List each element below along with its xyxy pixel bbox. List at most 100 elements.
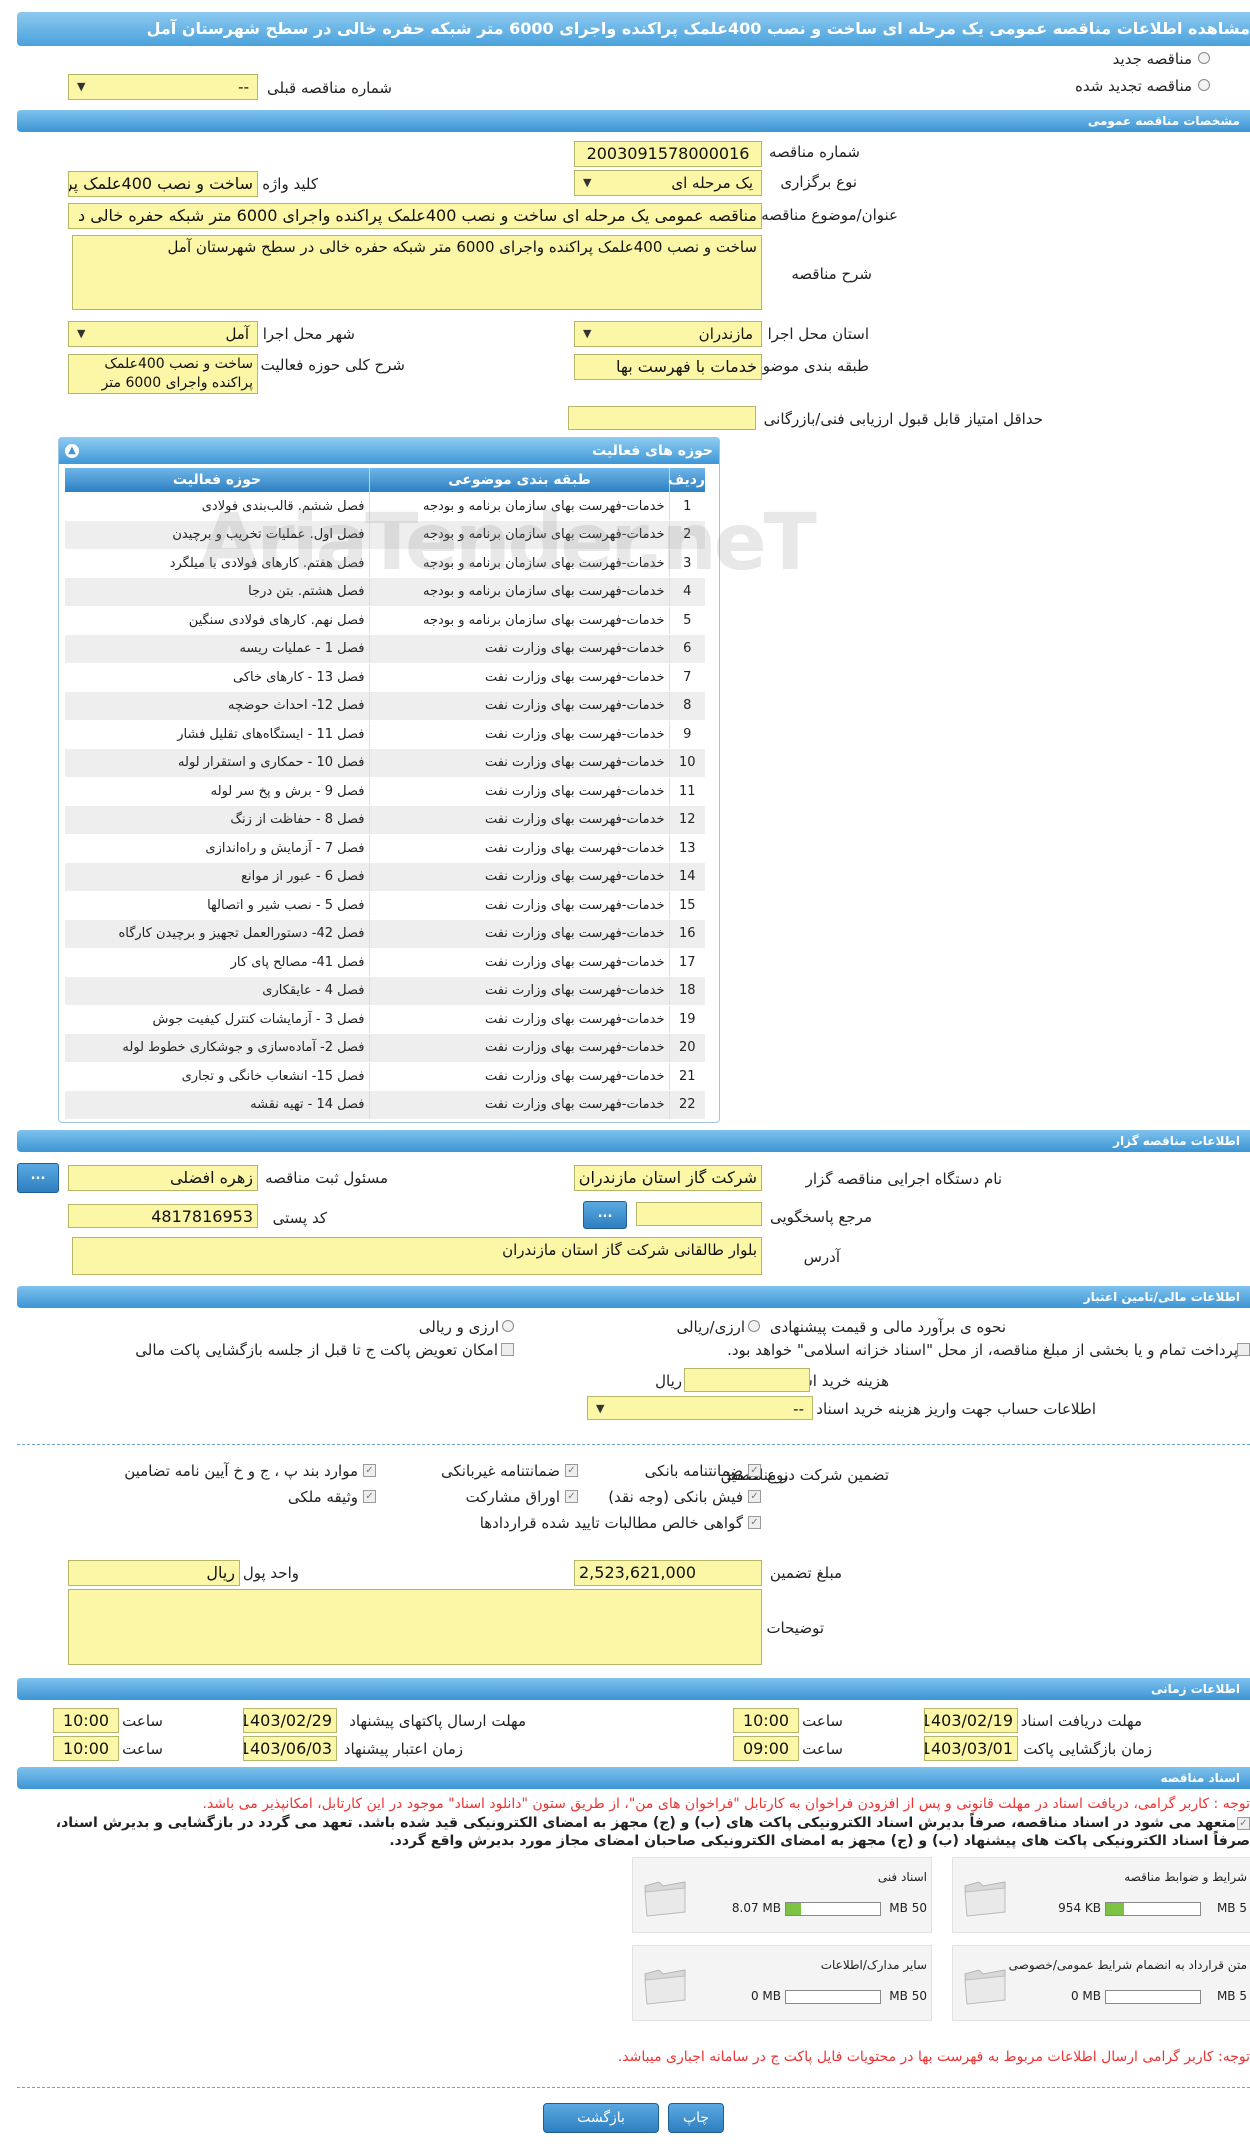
- org-label: نام دستگاه اجرایی مناقصه گزار: [805, 1170, 1002, 1188]
- row-category: خدمات-فهرست بهای وزارت نفت: [368, 663, 669, 692]
- g-nonbank-checkbox[interactable]: ✓: [565, 1464, 578, 1477]
- g-claims-label: گواهی خالص مطالبات تایید شده قراردادها: [479, 1514, 743, 1532]
- row-category: خدمات-فهرست بهای وزارت نفت: [368, 891, 669, 920]
- doc-file-card[interactable]: سایر مدارک/اطلاعات 50 MB 0 MB: [632, 1945, 932, 2021]
- row-category: خدمات-فهرست بهای وزارت نفت: [368, 634, 669, 664]
- row-category: خدمات-فهرست بهای وزارت نفت: [368, 976, 669, 1006]
- section-general: مشخصات مناقصه عمومی: [17, 110, 1250, 132]
- account-select[interactable]: -- ▼: [587, 1396, 813, 1420]
- row-number: 14: [668, 862, 705, 892]
- row-number: 19: [668, 1005, 705, 1034]
- activities-panel: حوزه های فعالیت ▲ ردیف طبقه بندی موضوعی …: [58, 437, 817, 1123]
- currency-label: واحد پول: [242, 1564, 299, 1582]
- row-number: 11: [668, 777, 705, 806]
- radio-foreign-rial-label: ارزی/ریالی: [676, 1318, 745, 1336]
- scope-label: شرح کلی حوزه فعالیت: [260, 356, 405, 374]
- row-number: 21: [668, 1062, 705, 1091]
- description-label: شرح مناقصه: [791, 265, 872, 283]
- treasury-checkbox[interactable]: [1237, 1343, 1250, 1356]
- city-select[interactable]: آمل ▼: [68, 321, 258, 347]
- row-activity: فصل 5 - نصب شیر و اتصالها: [65, 891, 369, 920]
- chevron-down-icon: ▼: [583, 176, 592, 189]
- row-category: خدمات-فهرست بهای وزارت نفت: [368, 777, 669, 806]
- row-category: خدمات-فهرست بهای وزارت نفت: [368, 748, 669, 778]
- row-activity: فصل 9 - برش و پخ سر لوله: [65, 777, 369, 806]
- row-activity: فصل 7 - آزمایش و راه‌اندازی: [65, 834, 369, 863]
- account-label: اطلاعات حساب جهت واریز هزینه خرید اسناد: [816, 1400, 1096, 1418]
- doc-file-card[interactable]: شرایط و ضوابط مناقصه 5 MB 954 KB: [952, 1857, 1250, 1933]
- divider: [17, 1444, 1250, 1445]
- amount-field: 2,523,621,000: [574, 1560, 762, 1586]
- folder-icon: [641, 1960, 689, 2008]
- print-button[interactable]: چاپ: [668, 2103, 724, 2133]
- row-category: خدمات-فهرست بهای وزارت نفت: [368, 1033, 669, 1063]
- subject-field: مناقصه عمومی یک مرحله ای ساخت و نصب 400ع…: [68, 203, 762, 229]
- radio-new-tender[interactable]: [1198, 52, 1210, 64]
- row-number: 16: [668, 919, 705, 949]
- folder-icon: [961, 1872, 1009, 1920]
- row-category: خدمات-فهرست بهای وزارت نفت: [368, 1005, 669, 1034]
- row-number: 10: [668, 748, 705, 778]
- row-activity: فصل نهم. کارهای فولادی سنگین: [65, 606, 369, 635]
- send-label: مهلت ارسال پاکتهای پیشنهاد: [349, 1712, 526, 1730]
- row-activity: فصل 10 - حمکاری و استقرار لوله: [65, 748, 369, 778]
- row-number: 20: [668, 1033, 705, 1063]
- g-claims-checkbox[interactable]: ✓: [748, 1516, 761, 1529]
- tender-number-field: 2003091578000016: [574, 141, 762, 167]
- commitment-checkbox[interactable]: ✓: [1237, 1817, 1250, 1830]
- radio-foreign-and-rial-label: ارزی و ریالی: [418, 1318, 499, 1336]
- doc-file-card[interactable]: اسناد فنی 50 MB 8.07 MB: [632, 1857, 932, 1933]
- collapse-icon[interactable]: ▲: [65, 444, 79, 458]
- table-row: 16 خدمات-فهرست بهای وزارت نفت فصل 42- دستو…: [65, 919, 705, 949]
- reference-lookup-button[interactable]: ...: [583, 1201, 627, 1229]
- chevron-down-icon: ▼: [596, 1402, 605, 1415]
- radio-foreign-rial[interactable]: [748, 1320, 760, 1332]
- reference-field: [636, 1202, 762, 1226]
- g-regulation-label: موارد بند پ ، ج و خ آیین نامه تضامین: [124, 1462, 358, 1480]
- activities-title: حوزه های فعالیت: [592, 443, 713, 459]
- table-row: 18 خدمات-فهرست بهای وزارت نفت فصل 4 - عایق…: [65, 976, 705, 1006]
- row-number: 22: [668, 1090, 705, 1120]
- doc-cost-field: [684, 1368, 810, 1392]
- section-docs: اسناد مناقصه: [17, 1767, 1250, 1789]
- back-button[interactable]: بازگشت: [543, 2103, 659, 2133]
- section-timing: اطلاعات زمانی: [17, 1678, 1250, 1700]
- page-title: مشاهده اطلاعات مناقصه عمومی یک مرحله ای …: [17, 12, 1250, 46]
- tender-type-label: نوع برگزاری: [780, 173, 857, 191]
- responsible-lookup-button[interactable]: ...: [17, 1163, 59, 1193]
- prev-tender-select[interactable]: -- ▼: [68, 74, 258, 100]
- folder-icon: [641, 1872, 689, 1920]
- valid-time-label: ساعت: [122, 1740, 163, 1758]
- g-cash-checkbox[interactable]: ✓: [748, 1490, 761, 1503]
- radio-foreign-and-rial[interactable]: [502, 1320, 514, 1332]
- row-number: 8: [668, 691, 705, 721]
- tender-number-label: شماره مناقصه: [768, 143, 860, 161]
- table-row: 19 خدمات-فهرست بهای وزارت نفت فصل 3 - آزما…: [65, 1005, 705, 1034]
- receive-date: 1403/02/19: [924, 1708, 1018, 1733]
- tender-type-select[interactable]: یک مرحله ای ▼: [574, 170, 762, 196]
- receive-time-label: ساعت: [802, 1712, 843, 1730]
- row-category: خدمات-فهرست بهای وزارت نفت: [368, 1062, 669, 1091]
- g-bonds-checkbox[interactable]: ✓: [565, 1490, 578, 1503]
- radio-renewed-tender[interactable]: [1198, 79, 1210, 91]
- province-select[interactable]: مازندران ▼: [574, 321, 762, 347]
- watermark-logo: AriaTender.neT: [199, 498, 817, 588]
- table-row: 10 خدمات-فهرست بهای وزارت نفت فصل 10 - حمک…: [65, 748, 705, 778]
- activities-table-header: ردیف طبقه بندی موضوعی حوزه فعالیت: [65, 468, 705, 492]
- doc-file-max: 5 MB: [1216, 1901, 1247, 1915]
- col-category: طبقه بندی موضوعی: [369, 468, 669, 492]
- swap-checkbox[interactable]: [501, 1343, 514, 1356]
- g-bank-checkbox[interactable]: ✓: [748, 1464, 761, 1477]
- row-activity: فصل 11 - ایستگاه‌های تقلیل فشار: [65, 720, 369, 749]
- section-finance: اطلاعات مالی/تامین اعتبار: [17, 1286, 1250, 1308]
- doc-file-card[interactable]: متن قرارداد به انضمام شرایط عمومی/خصوصی 5…: [952, 1945, 1250, 2021]
- row-number: 15: [668, 891, 705, 920]
- table-row: 12 خدمات-فهرست بهای وزارت نفت فصل 8 - حفاظ…: [65, 805, 705, 835]
- g-regulation-checkbox[interactable]: ✓: [363, 1464, 376, 1477]
- province-label: استان محل اجرا: [767, 325, 869, 343]
- address-label: آدرس: [803, 1248, 840, 1266]
- g-cash-label: فیش بانکی (وجه نقد): [608, 1488, 743, 1506]
- g-property-checkbox[interactable]: ✓: [363, 1490, 376, 1503]
- doc-file-name: شرایط و ضوابط مناقصه: [1124, 1870, 1247, 1884]
- row-activity: فصل 4 - عایقکاری: [65, 976, 369, 1006]
